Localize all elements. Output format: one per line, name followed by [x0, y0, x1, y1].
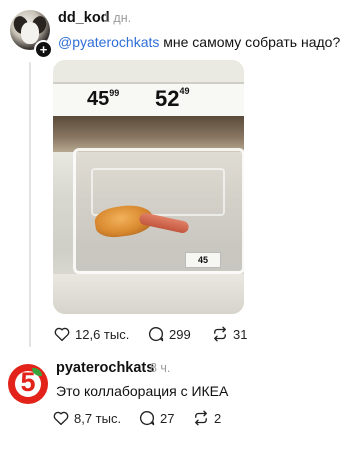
- comment-button[interactable]: 299: [147, 325, 191, 343]
- reply-comment-button[interactable]: 27: [138, 409, 174, 427]
- repost-count: 31: [233, 326, 248, 342]
- reply-repost-count: 2: [214, 410, 222, 426]
- like-button[interactable]: 12,6 тыс.: [53, 325, 129, 343]
- like-count: 12,6 тыс.: [75, 326, 130, 342]
- avatar-logo-glyph: 5: [20, 367, 36, 397]
- thread-line: [29, 62, 31, 347]
- shelf-bottom: [53, 274, 244, 314]
- price-left-cents: 99: [109, 88, 120, 98]
- post-time: 1 дн.: [103, 11, 132, 25]
- price-right-value: 52: [155, 86, 180, 111]
- comment-bubble-icon: [139, 410, 155, 426]
- price-tag-right: 5249: [155, 86, 190, 112]
- reply-avatar[interactable]: 5: [8, 364, 48, 404]
- post-text: @pyaterochkats мне самому собрать надо?: [58, 34, 340, 50]
- follow-plus-icon[interactable]: +: [34, 40, 53, 59]
- thread: + dd_kod 1 дн. @pyaterochkats мне самому…: [0, 0, 360, 450]
- reply-comment-count: 27: [160, 410, 175, 426]
- post-photo[interactable]: 4599 5249 45: [53, 60, 244, 314]
- repost-arrows-icon: [195, 410, 207, 426]
- bin-price-tag: 45: [185, 252, 221, 268]
- price-strip: 4599 5249: [53, 82, 244, 118]
- comment-count: 299: [169, 326, 191, 342]
- price-left-value: 45: [87, 88, 110, 110]
- comment-bubble-icon: [148, 326, 164, 342]
- repost-arrows-icon: [214, 326, 226, 342]
- mention-link[interactable]: @pyaterochkats: [58, 34, 159, 50]
- price-right-cents: 49: [179, 86, 190, 96]
- reply-like-count: 8,7 тыс.: [74, 410, 122, 426]
- price-tag-left: 4599: [87, 88, 119, 111]
- reply-text: Это коллаборация с ИКЕА: [56, 383, 229, 399]
- repost-button[interactable]: 31: [211, 325, 247, 343]
- reply-repost-button[interactable]: 2: [192, 409, 221, 427]
- heart-icon: [54, 327, 70, 342]
- post-text-body: мне самому собрать надо?: [159, 34, 341, 50]
- reply-time: 8 ч.: [150, 361, 171, 375]
- post-username[interactable]: dd_kod: [58, 10, 110, 26]
- reply-like-button[interactable]: 8,7 тыс.: [52, 409, 121, 427]
- shelf-top: [53, 60, 244, 82]
- avatar-dog-face: [21, 22, 39, 44]
- reply-username[interactable]: pyaterochkats: [56, 360, 154, 376]
- bakery-backdrop: [53, 116, 244, 152]
- heart-icon: [53, 411, 69, 426]
